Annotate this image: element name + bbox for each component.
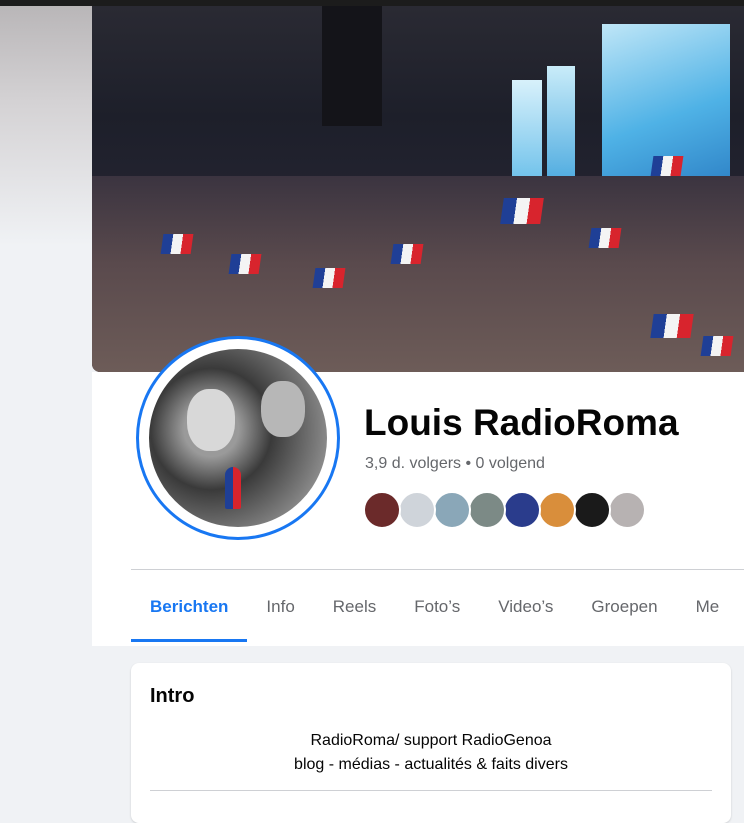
profile-picture[interactable] <box>136 336 340 540</box>
tab-5[interactable]: Groepen <box>572 582 676 642</box>
profile-tabs: Berichten Info Reels Foto’s Video’s Groepen Me <box>131 582 738 644</box>
flame-logo-icon <box>225 467 241 509</box>
flag-icon <box>390 244 424 264</box>
friends-preview[interactable] <box>363 491 646 529</box>
intro-bio: RadioRoma/ support RadioGenoa blog - méd… <box>131 729 731 777</box>
tab-6[interactable]: Me <box>677 582 739 642</box>
friend-avatar-5[interactable] <box>503 491 541 529</box>
profile-photo <box>149 349 327 527</box>
tab-1[interactable]: Info <box>247 582 313 642</box>
tab-4[interactable]: Video’s <box>479 582 572 642</box>
background-fade <box>0 6 92 246</box>
intro-divider <box>150 790 712 791</box>
intro-title: Intro <box>150 685 195 707</box>
flag-icon <box>160 234 194 254</box>
stage-screen <box>547 66 575 186</box>
flag-icon <box>650 314 694 338</box>
friend-avatar-4[interactable] <box>468 491 506 529</box>
flag-icon <box>700 336 734 356</box>
tab-0[interactable]: Berichten <box>131 582 248 642</box>
tab-2[interactable]: Reels <box>314 582 395 642</box>
friend-avatar-1[interactable] <box>363 491 401 529</box>
follower-stats[interactable]: 3,9 d. volgers • 0 volgend <box>365 455 545 473</box>
friend-avatar-3[interactable] <box>433 491 471 529</box>
person-face <box>261 381 305 437</box>
stage-screen <box>512 80 542 190</box>
flag-icon <box>228 254 262 274</box>
tab-3[interactable]: Foto’s <box>395 582 479 642</box>
speaker-rig <box>322 6 382 126</box>
flag-icon <box>650 156 684 176</box>
flag-icon <box>312 268 346 288</box>
profile-name: Louis RadioRoma <box>364 402 679 443</box>
friend-avatar-8[interactable] <box>608 491 646 529</box>
crowd <box>92 176 744 372</box>
cover-photo[interactable] <box>92 6 744 372</box>
friend-avatar-7[interactable] <box>573 491 611 529</box>
bio-line: blog - médias - actualités & faits diver… <box>294 756 568 773</box>
bio-line: RadioRoma/ support RadioGenoa <box>310 732 552 749</box>
flag-icon <box>500 198 544 224</box>
friend-avatar-6[interactable] <box>538 491 576 529</box>
intro-card: Intro RadioRoma/ support RadioGenoa blog… <box>131 663 731 823</box>
flag-icon <box>588 228 622 248</box>
friend-avatar-2[interactable] <box>398 491 436 529</box>
header-divider <box>131 569 744 570</box>
person-face <box>187 389 235 451</box>
